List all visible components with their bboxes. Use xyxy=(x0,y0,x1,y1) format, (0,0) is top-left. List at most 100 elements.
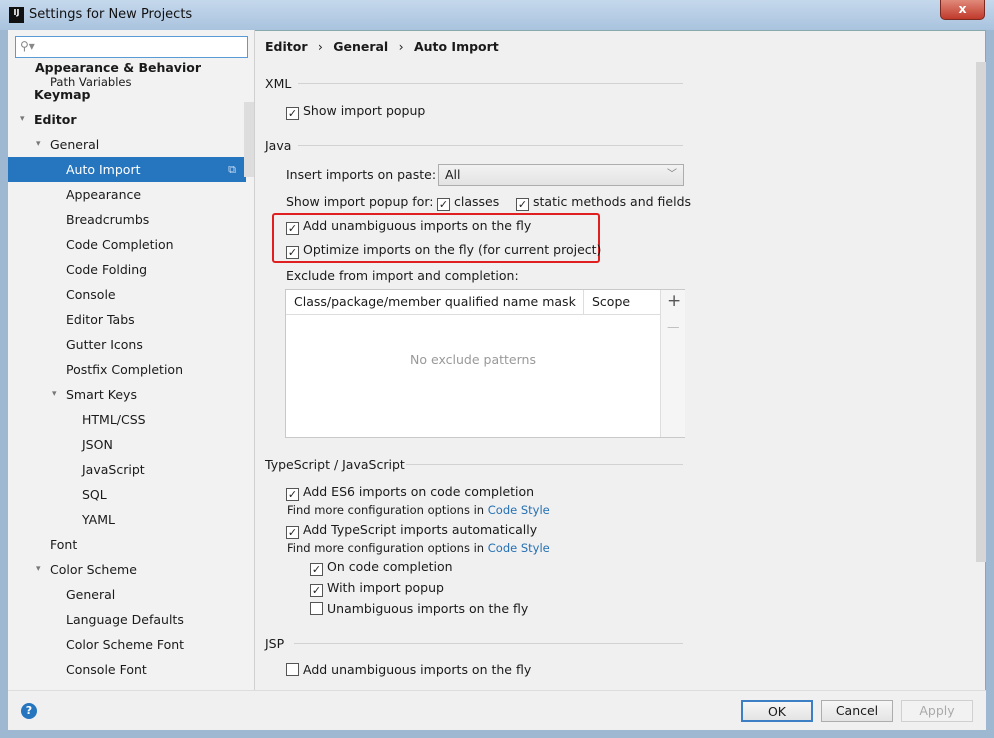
add-icon[interactable]: + xyxy=(667,291,681,311)
sidebar-item[interactable]: Appearance xyxy=(8,182,254,207)
checkbox-icon: ✓ xyxy=(286,222,299,235)
sidebar-item[interactable]: ▾ General xyxy=(8,132,254,157)
expand-arrow-icon[interactable]: ▾ xyxy=(36,557,41,582)
checkbox-label: With import popup xyxy=(327,580,444,595)
apply-button[interactable]: Apply xyxy=(901,700,973,722)
code-style-link[interactable]: Code Style xyxy=(488,541,550,555)
title-bar: IJ Settings for New Projects x xyxy=(0,0,994,30)
sidebar-item[interactable]: JavaScript xyxy=(8,457,254,482)
sidebar-item[interactable]: Color Scheme Font xyxy=(8,632,254,657)
sidebar-item[interactable]: ▾ Editor xyxy=(8,107,254,132)
ts-unambiguous-checkbox[interactable]: Unambiguous imports on the fly xyxy=(310,601,528,616)
breadcrumb: Editor › General › Auto Import xyxy=(265,39,499,54)
search-icon: ⚲▾ xyxy=(20,39,35,53)
copy-icon: ⧉ xyxy=(228,163,236,176)
checkbox-icon: ✓ xyxy=(286,526,299,539)
checkbox-label: Show import popup xyxy=(303,103,426,118)
cancel-button[interactable]: Cancel xyxy=(821,700,893,722)
ok-button[interactable]: OK xyxy=(741,700,813,722)
checkbox-label: Add unambiguous imports on the fly xyxy=(303,662,532,677)
sidebar-item[interactable]: Postfix Completion xyxy=(8,357,254,382)
breadcrumb-editor[interactable]: Editor xyxy=(265,39,308,54)
sidebar-item-label: Auto Import xyxy=(66,162,141,177)
sidebar-item[interactable]: General xyxy=(8,582,254,607)
sidebar-item-label: JSON xyxy=(82,437,113,452)
sidebar-item[interactable]: YAML xyxy=(8,507,254,532)
on-code-completion-checkbox[interactable]: ✓ On code completion xyxy=(310,559,453,576)
sidebar-item[interactable]: Keymap xyxy=(8,82,254,107)
sidebar-item-label: Editor Tabs xyxy=(66,312,135,327)
expand-arrow-icon[interactable]: ▾ xyxy=(36,132,41,157)
sidebar-item-label: Keymap xyxy=(34,87,91,102)
close-button[interactable]: x xyxy=(940,0,985,20)
auto-import-panel: Editor › General › Auto Import XML ✓ Show… xyxy=(256,30,976,690)
classes-checkbox[interactable]: ✓ classes xyxy=(437,194,499,211)
checkbox-icon: ✓ xyxy=(286,246,299,259)
insert-imports-label: Insert imports on paste: xyxy=(286,167,437,182)
optimize-imports-checkbox[interactable]: ✓ Optimize imports on the fly (for curren… xyxy=(286,242,601,259)
empty-table-text: No exclude patterns xyxy=(410,352,536,367)
expand-arrow-icon[interactable]: ▾ xyxy=(52,382,57,407)
sidebar-item[interactable]: Editor Tabs xyxy=(8,307,254,332)
es6-imports-checkbox[interactable]: ✓ Add ES6 imports on code completion xyxy=(286,484,534,501)
with-import-popup-checkbox[interactable]: ✓ With import popup xyxy=(310,580,444,597)
sidebar-item[interactable]: Code Completion xyxy=(8,232,254,257)
ts-auto-imports-checkbox[interactable]: ✓ Add TypeScript imports automatically xyxy=(286,522,537,539)
checkbox-icon: ✓ xyxy=(310,584,323,597)
sidebar-item[interactable]: ▾ Color Scheme xyxy=(8,557,254,582)
sidebar-item[interactable]: JSON xyxy=(8,432,254,457)
sidebar-item-label: Color Scheme xyxy=(50,562,137,577)
sidebar-item-label: Language Defaults xyxy=(66,612,184,627)
more-options-text: Find more configuration options in Code … xyxy=(287,541,550,555)
column-header-scope[interactable]: Scope xyxy=(583,290,630,314)
sidebar-item[interactable]: ▾ Smart Keys xyxy=(8,382,254,407)
expand-arrow-icon[interactable]: ▾ xyxy=(20,107,25,132)
code-style-link[interactable]: Code Style xyxy=(488,503,550,517)
checkbox-icon xyxy=(286,663,299,676)
sidebar-item[interactable]: Font xyxy=(8,532,254,557)
sidebar-item-label: General xyxy=(66,587,116,602)
exclude-label: Exclude from import and completion: xyxy=(286,268,519,283)
show-popup-for-label: Show import popup for: xyxy=(286,194,434,209)
app-logo-icon: IJ xyxy=(9,7,24,23)
sidebar-item-label: Appearance xyxy=(66,187,142,202)
sidebar-item[interactable]: Console xyxy=(8,282,254,307)
select-value: All xyxy=(445,167,461,182)
checkbox-label: Add ES6 imports on code completion xyxy=(303,484,535,499)
breadcrumb-general[interactable]: General xyxy=(333,39,388,54)
help-icon[interactable]: ? xyxy=(21,703,37,719)
sidebar-item-label: Console xyxy=(66,287,116,302)
sidebar-item[interactable]: Language Defaults xyxy=(8,607,254,632)
xml-show-popup-checkbox[interactable]: ✓ Show import popup xyxy=(286,103,425,120)
sidebar-item-label: General xyxy=(50,137,100,152)
sidebar-item-label: Editor xyxy=(34,112,77,127)
ts-section-title: TypeScript / JavaScript xyxy=(265,457,405,472)
hint-text: Find more configuration options in xyxy=(287,503,488,517)
sidebar-item[interactable]: Console Font xyxy=(8,657,254,682)
hint-text: Find more configuration options in xyxy=(287,541,488,555)
checkbox-label: Unambiguous imports on the fly xyxy=(327,601,529,616)
sidebar-item[interactable]: HTML/CSS xyxy=(8,407,254,432)
jsp-unambiguous-checkbox[interactable]: Add unambiguous imports on the fly xyxy=(286,662,531,677)
button-bar: ? OK Cancel Apply xyxy=(8,690,986,730)
xml-section-title: XML xyxy=(265,76,292,91)
sidebar-item[interactable]: SQL xyxy=(8,482,254,507)
sidebar-scrollbar[interactable] xyxy=(244,102,254,177)
column-header-mask[interactable]: Class/package/member qualified name mask xyxy=(294,290,576,314)
sidebar-item[interactable]: Appearance & Behavior xyxy=(8,60,254,76)
breadcrumb-auto-import: Auto Import xyxy=(413,39,499,54)
search-input[interactable]: ⚲▾ xyxy=(15,36,248,58)
insert-imports-select[interactable]: All ﹀ xyxy=(438,164,684,186)
checkbox-label: classes xyxy=(454,194,500,209)
sidebar-item[interactable]: Code Folding xyxy=(8,257,254,282)
sidebar-item[interactable]: Gutter Icons xyxy=(8,332,254,357)
sidebar-item-label: Smart Keys xyxy=(66,387,137,402)
sidebar-item[interactable]: Auto Import ⧉ xyxy=(8,157,246,182)
static-methods-checkbox[interactable]: ✓ static methods and fields xyxy=(516,194,691,211)
sidebar-item-label: YAML xyxy=(82,512,115,527)
main-scrollbar[interactable] xyxy=(976,62,986,562)
add-unambiguous-checkbox[interactable]: ✓ Add unambiguous imports on the fly xyxy=(286,218,531,235)
remove-icon[interactable]: — xyxy=(667,319,680,334)
sidebar-item[interactable]: Breadcrumbs xyxy=(8,207,254,232)
sidebar-item-label: Code Folding xyxy=(66,262,148,277)
